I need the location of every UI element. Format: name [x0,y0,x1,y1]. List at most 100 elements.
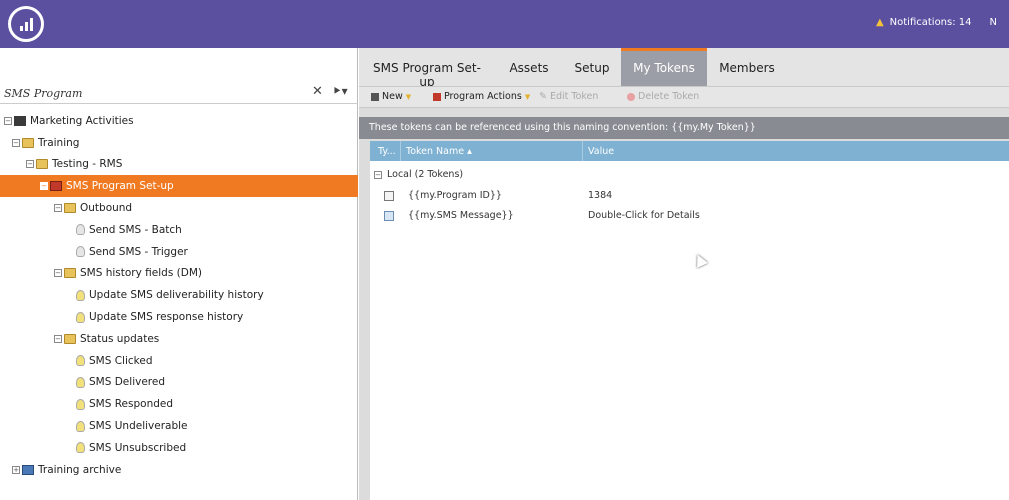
campaign-bulb-icon [76,420,85,432]
new-dropdown-caret-icon: ▼ [405,92,412,101]
tree-item-label: Status updates [80,332,160,345]
collapse-group-icon[interactable]: − [374,170,382,179]
tree-item[interactable]: Update SMS deliverability history [0,284,358,306]
tree-item-label: Update SMS response history [89,311,244,324]
campaign-bulb-icon [76,376,85,388]
tree-item[interactable]: Send SMS - Batch [0,219,358,241]
folder-icon [64,268,76,279]
column-token-name[interactable]: Token Name ▴ [406,146,472,157]
tree-item[interactable]: − SMS Program Set-up [0,175,358,198]
tree-item[interactable]: − Marketing Activities [0,110,358,132]
tree-search-input[interactable] [4,84,294,102]
campaign-bulb-icon [76,355,85,367]
tokens-grid: Ty... Token Name ▴ Value − Local (2 Toke… [370,141,1009,500]
tree-item[interactable]: − Testing - RMS [0,154,358,176]
tree-item-label: Testing - RMS [52,158,123,171]
tree-item[interactable]: + Training archive [0,459,358,481]
program-actions-button[interactable]: Program Actions ▼ [433,91,530,102]
edit-token-button[interactable]: ✎ Edit Token [539,91,598,102]
collapse-icon[interactable]: − [26,160,34,169]
tree-item-label: Send SMS - Trigger [89,245,188,258]
table-row[interactable]: {{my.SMS Message}} Double-Click for Deta… [370,207,1009,227]
token-group-local[interactable]: − Local (2 Tokens) [374,169,463,180]
tree-item-label: SMS Program Set-up [66,180,174,193]
collapse-icon[interactable]: − [12,138,20,147]
tree-item-label: SMS Clicked [89,354,153,367]
tree-item-label: SMS Unsubscribed [89,441,187,454]
tokens-grid-header: Ty... Token Name ▴ Value [370,141,1009,161]
right-content-panel: SMS Program Set-up Assets Setup My Token… [359,48,1009,500]
clear-search-icon[interactable]: ✕ [312,84,323,99]
token-value: 1384 [588,190,613,201]
table-row[interactable]: {{my.Program ID}} 1384 [370,187,1009,207]
archive-icon [22,464,34,475]
tree-item[interactable]: − Status updates [0,328,358,350]
tree-item-label: Training [38,136,80,149]
tree-item-label: Update SMS deliverability history [89,289,264,302]
group-label: Local (2 Tokens) [387,169,464,180]
tree-item[interactable]: SMS Unsubscribed [0,437,358,459]
campaign-bulb-icon [76,311,85,323]
tree-item[interactable]: − Training [0,132,358,154]
new-button[interactable]: New ▼ [371,91,411,102]
notifications-button[interactable]: ▲ Notifications: 14 N [876,17,997,28]
program-actions-label: Program Actions [444,91,522,102]
tab-sms-program-set-up[interactable]: SMS Program Set-up [371,48,483,89]
collapse-icon[interactable]: − [40,182,48,191]
tab-setup[interactable]: Setup [573,48,611,86]
collapse-icon[interactable]: − [54,204,62,213]
folder-icon [64,203,76,214]
tab-my-tokens[interactable]: My Tokens [621,48,707,86]
notification-icon: ▲ [875,17,884,28]
toolbar: New ▼ Program Actions ▼ ✎ Edit Token Del… [359,86,1009,108]
program-actions-icon [433,92,441,101]
delete-token-button[interactable]: Delete Token [627,91,699,102]
pencil-icon: ✎ [539,91,547,102]
delete-icon [627,92,635,101]
new-button-label: New [382,91,403,102]
tree-item-label: SMS Undeliverable [89,420,188,433]
column-token-name-label: Token Name [406,146,465,157]
column-value[interactable]: Value [588,146,614,157]
filter-icon[interactable]: ⯈▾ [332,84,348,99]
collapse-icon[interactable]: − [4,116,12,125]
tree-item[interactable]: SMS Clicked [0,350,358,372]
tab-members[interactable]: Members [715,48,779,86]
program-icon [50,181,62,192]
left-tree-panel: ✕ ⯈▾ − Marketing Activities − Training − Test… [0,48,358,500]
top-bar: ▲ Notifications: 14 N [0,0,1009,48]
tab-bar: SMS Program Set-up Assets Setup My Token… [359,48,1009,89]
marketo-logo-icon[interactable] [8,6,44,42]
edit-token-label: Edit Token [549,91,599,102]
tree-item-label: SMS Delivered [89,376,165,389]
tree-item[interactable]: − Outbound [0,197,358,219]
tree-item[interactable]: SMS Delivered [0,372,358,394]
program-actions-caret-icon: ▼ [524,92,531,101]
tree-item[interactable]: Update SMS response history [0,306,358,328]
tree-item-label: Training archive [38,463,122,476]
folder-icon [36,159,48,170]
marketing-activities-icon [14,115,26,126]
column-type[interactable]: Ty... [378,146,396,157]
collapse-icon[interactable]: − [54,269,62,278]
column-separator [400,141,401,161]
user-menu[interactable]: N [990,17,997,28]
tree-item-label: SMS Responded [89,398,174,411]
folder-icon [64,333,76,344]
tree-item[interactable]: SMS Undeliverable [0,415,358,437]
collapse-icon[interactable]: − [54,334,62,343]
tree-item-label: SMS history fields (DM) [80,267,202,280]
tree-item[interactable]: − SMS history fields (DM) [0,263,358,285]
marketing-tree: − Marketing Activities − Training − Testing -… [0,110,358,481]
sort-ascending-icon: ▴ [467,146,472,157]
campaign-bulb-icon [76,289,85,301]
number-token-icon [384,191,394,201]
token-info-bar: These tokens can be referenced using thi… [359,117,1009,139]
tree-item[interactable]: Send SMS - Trigger [0,241,358,263]
tab-assets[interactable]: Assets [507,48,551,86]
rich-text-token-icon [384,211,394,221]
tree-item[interactable]: SMS Responded [0,393,358,415]
expand-icon[interactable]: + [12,465,20,474]
new-icon [371,92,379,101]
token-name: {{my.Program ID}} [408,190,502,201]
